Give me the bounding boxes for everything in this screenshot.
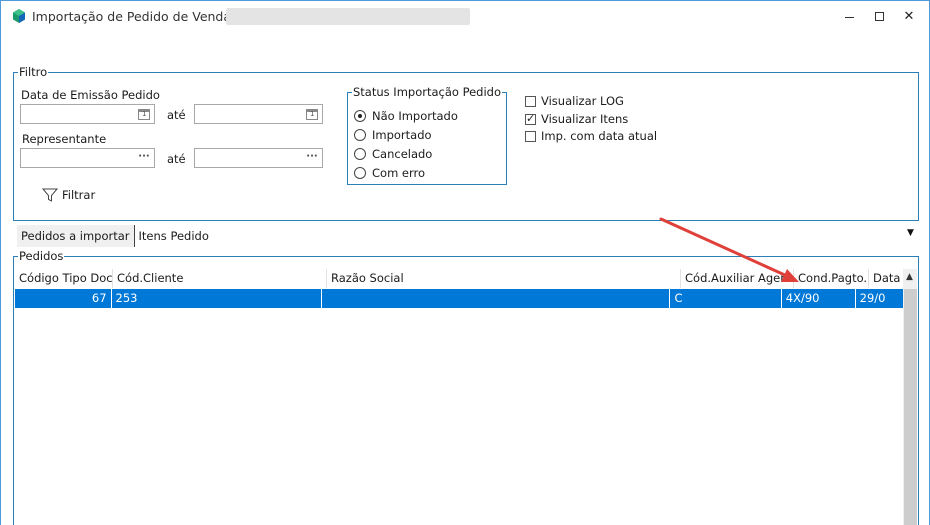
radio-com-erro[interactable]: Com erro <box>354 166 425 180</box>
radio-importado[interactable]: Importado <box>354 128 432 142</box>
status-legend: Status Importação Pedido <box>352 85 503 99</box>
minimize-button[interactable] <box>834 1 864 32</box>
representante-fim-field[interactable]: ··· <box>194 148 323 168</box>
column-header[interactable]: Cond.Pagto. <box>794 269 869 288</box>
data-emissao-fim-field[interactable] <box>194 104 323 124</box>
checkbox-indicator <box>525 130 536 142</box>
grid-header: Código Tipo Doc. Cód.Cliente Razão Socia… <box>15 269 917 288</box>
radio-label: Não Importado <box>372 109 458 123</box>
browse-button-representante-inicio[interactable]: ··· <box>136 151 152 165</box>
scrollbar-thumb[interactable] <box>904 289 917 525</box>
ate-label-representante: até <box>167 152 186 166</box>
table-cell: C <box>670 289 782 308</box>
radio-cancelado[interactable]: Cancelado <box>354 147 432 161</box>
redacted-title-area <box>226 8 470 25</box>
checkbox-indicator <box>525 95 536 107</box>
app-logo-icon <box>13 9 25 23</box>
tab-dropdown-arrow-icon[interactable]: ▼ <box>907 228 914 238</box>
window-title: Importação de Pedido de Venda <box>32 9 232 24</box>
representante-inicio-field[interactable]: ··· <box>20 148 155 168</box>
radio-label: Cancelado <box>372 147 433 161</box>
table-cell: 4X/90 <box>782 289 856 308</box>
checkbox-label: Visualizar Itens <box>541 112 629 126</box>
calendar-icon <box>306 108 318 120</box>
close-button[interactable]: ✕ <box>894 1 924 32</box>
table-cell: 253 <box>112 289 323 308</box>
column-header[interactable]: Código Tipo Doc. <box>15 269 113 288</box>
radio-indicator <box>354 110 366 122</box>
maximize-icon <box>874 12 884 21</box>
maximize-button[interactable] <box>864 1 894 32</box>
table-cell: 29/0 <box>859 291 886 305</box>
table-cell: 67 <box>15 289 112 308</box>
column-header[interactable]: Cód.Cliente <box>113 269 327 288</box>
radio-label: Importado <box>372 128 432 142</box>
pedidos-legend: Pedidos <box>18 249 65 263</box>
ellipsis-icon: ··· <box>306 150 318 162</box>
status-importacao-group: Status Importação Pedido Não Importado I… <box>347 85 507 185</box>
calendar-button-fim[interactable] <box>304 107 320 121</box>
ate-label-data: até <box>167 108 186 122</box>
radio-indicator <box>354 148 366 160</box>
main-window: Importação de Pedido de Venda ✕ Filtro D… <box>0 0 930 525</box>
vertical-scrollbar[interactable]: ▲ <box>903 269 917 525</box>
pedidos-group: Pedidos Código Tipo Doc. Cód.Cliente Raz… <box>13 249 919 525</box>
scroll-up-arrow-icon[interactable]: ▲ <box>906 272 913 282</box>
table-cell <box>322 289 671 308</box>
filtro-legend: Filtro <box>18 65 49 79</box>
radio-indicator <box>354 129 366 141</box>
tab-itens-pedido[interactable]: Itens Pedido <box>135 225 213 247</box>
tab-strip: Pedidos a importar Itens Pedido <box>17 225 213 247</box>
radio-nao-importado[interactable]: Não Importado <box>354 109 458 123</box>
close-icon: ✕ <box>903 9 915 24</box>
column-header[interactable]: Cód.Auxiliar Agen <box>681 269 794 288</box>
title-bar: Importação de Pedido de Venda ✕ <box>1 1 929 32</box>
pedidos-grid: Código Tipo Doc. Cód.Cliente Razão Socia… <box>15 269 917 525</box>
calendar-button-inicio[interactable] <box>136 107 152 121</box>
column-header[interactable]: Razão Social <box>327 269 681 288</box>
checkbox-label: Imp. com data atual <box>541 129 658 143</box>
table-row[interactable]: 67 253 C 4X/90 29/0 <box>15 289 903 308</box>
tab-pedidos-a-importar[interactable]: Pedidos a importar <box>17 225 135 247</box>
data-emissao-label: Data de Emissão Pedido <box>21 88 160 102</box>
checkbox-label: Visualizar LOG <box>541 94 624 108</box>
checkbox-indicator <box>525 112 536 125</box>
filtro-group: Filtro Data de Emissão Pedido até Repres… <box>13 65 919 221</box>
check-imp-data-atual[interactable]: Imp. com data atual <box>525 129 657 143</box>
radio-label: Com erro <box>372 166 426 180</box>
ellipsis-icon: ··· <box>138 150 150 162</box>
filtrar-label: Filtrar <box>62 188 96 202</box>
check-visualizar-itens[interactable]: Visualizar Itens <box>525 112 628 126</box>
check-visualizar-log[interactable]: Visualizar LOG <box>525 94 624 108</box>
filtrar-button[interactable]: Filtrar <box>42 187 95 203</box>
calendar-icon <box>138 108 150 120</box>
minimize-icon <box>844 17 854 18</box>
data-emissao-inicio-field[interactable] <box>20 104 155 124</box>
representante-label: Representante <box>22 132 107 146</box>
funnel-icon <box>42 188 58 202</box>
radio-indicator <box>354 167 366 179</box>
browse-button-representante-fim[interactable]: ··· <box>304 151 320 165</box>
